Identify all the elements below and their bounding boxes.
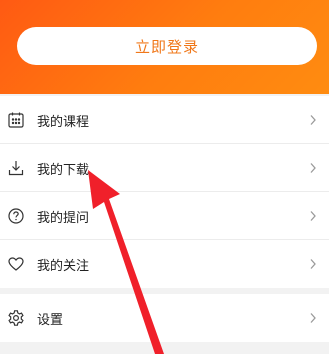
menu-item-my-questions[interactable]: 我的提问 xyxy=(0,192,329,240)
chevron-right-icon xyxy=(306,257,320,271)
profile-header: 立即登录 xyxy=(0,0,329,94)
question-icon xyxy=(7,207,25,225)
profile-menu: 我的课程 我的下载 我的提问 我的关注 xyxy=(0,96,329,288)
menu-item-label: 我的下载 xyxy=(37,162,90,178)
menu-item-my-courses[interactable]: 我的课程 xyxy=(0,96,329,144)
menu-item-label: 设置 xyxy=(37,312,64,328)
chevron-right-icon xyxy=(306,311,320,325)
chevron-right-icon xyxy=(306,113,320,127)
chevron-right-icon xyxy=(306,161,320,175)
heart-icon xyxy=(7,255,25,273)
menu-item-my-follows[interactable]: 我的关注 xyxy=(0,240,329,288)
calendar-icon xyxy=(7,111,25,129)
download-icon xyxy=(7,159,25,177)
settings-menu: 设置 xyxy=(0,294,329,342)
menu-item-settings[interactable]: 设置 xyxy=(0,294,329,342)
menu-item-my-downloads[interactable]: 我的下载 xyxy=(0,144,329,192)
chevron-right-icon xyxy=(306,209,320,223)
login-button[interactable]: 立即登录 xyxy=(17,27,317,65)
menu-item-label: 我的关注 xyxy=(37,258,90,274)
menu-item-label: 我的提问 xyxy=(37,210,90,226)
gear-icon xyxy=(7,309,25,327)
menu-item-label: 我的课程 xyxy=(37,114,90,130)
